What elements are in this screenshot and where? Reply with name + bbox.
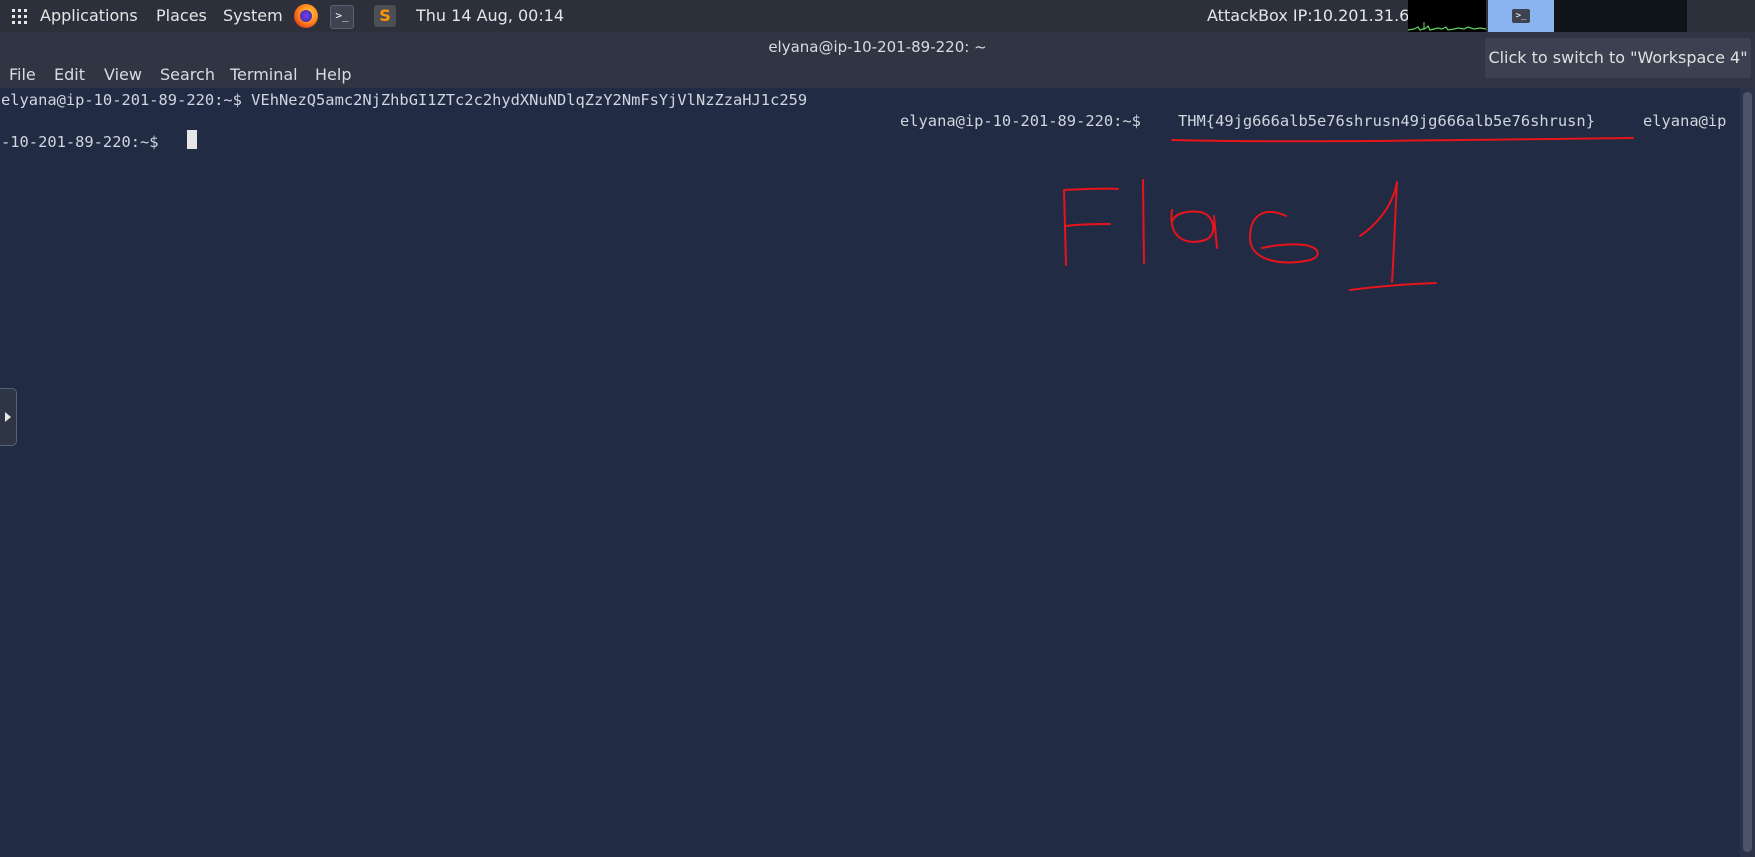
letter-a (1170, 209, 1218, 249)
letter-g (1249, 210, 1319, 264)
handwritten-annotation (1063, 137, 1634, 291)
letter-l (1142, 179, 1145, 264)
flag-underline (1171, 137, 1634, 143)
digit-1 (1349, 181, 1437, 291)
letter-f (1063, 187, 1119, 266)
